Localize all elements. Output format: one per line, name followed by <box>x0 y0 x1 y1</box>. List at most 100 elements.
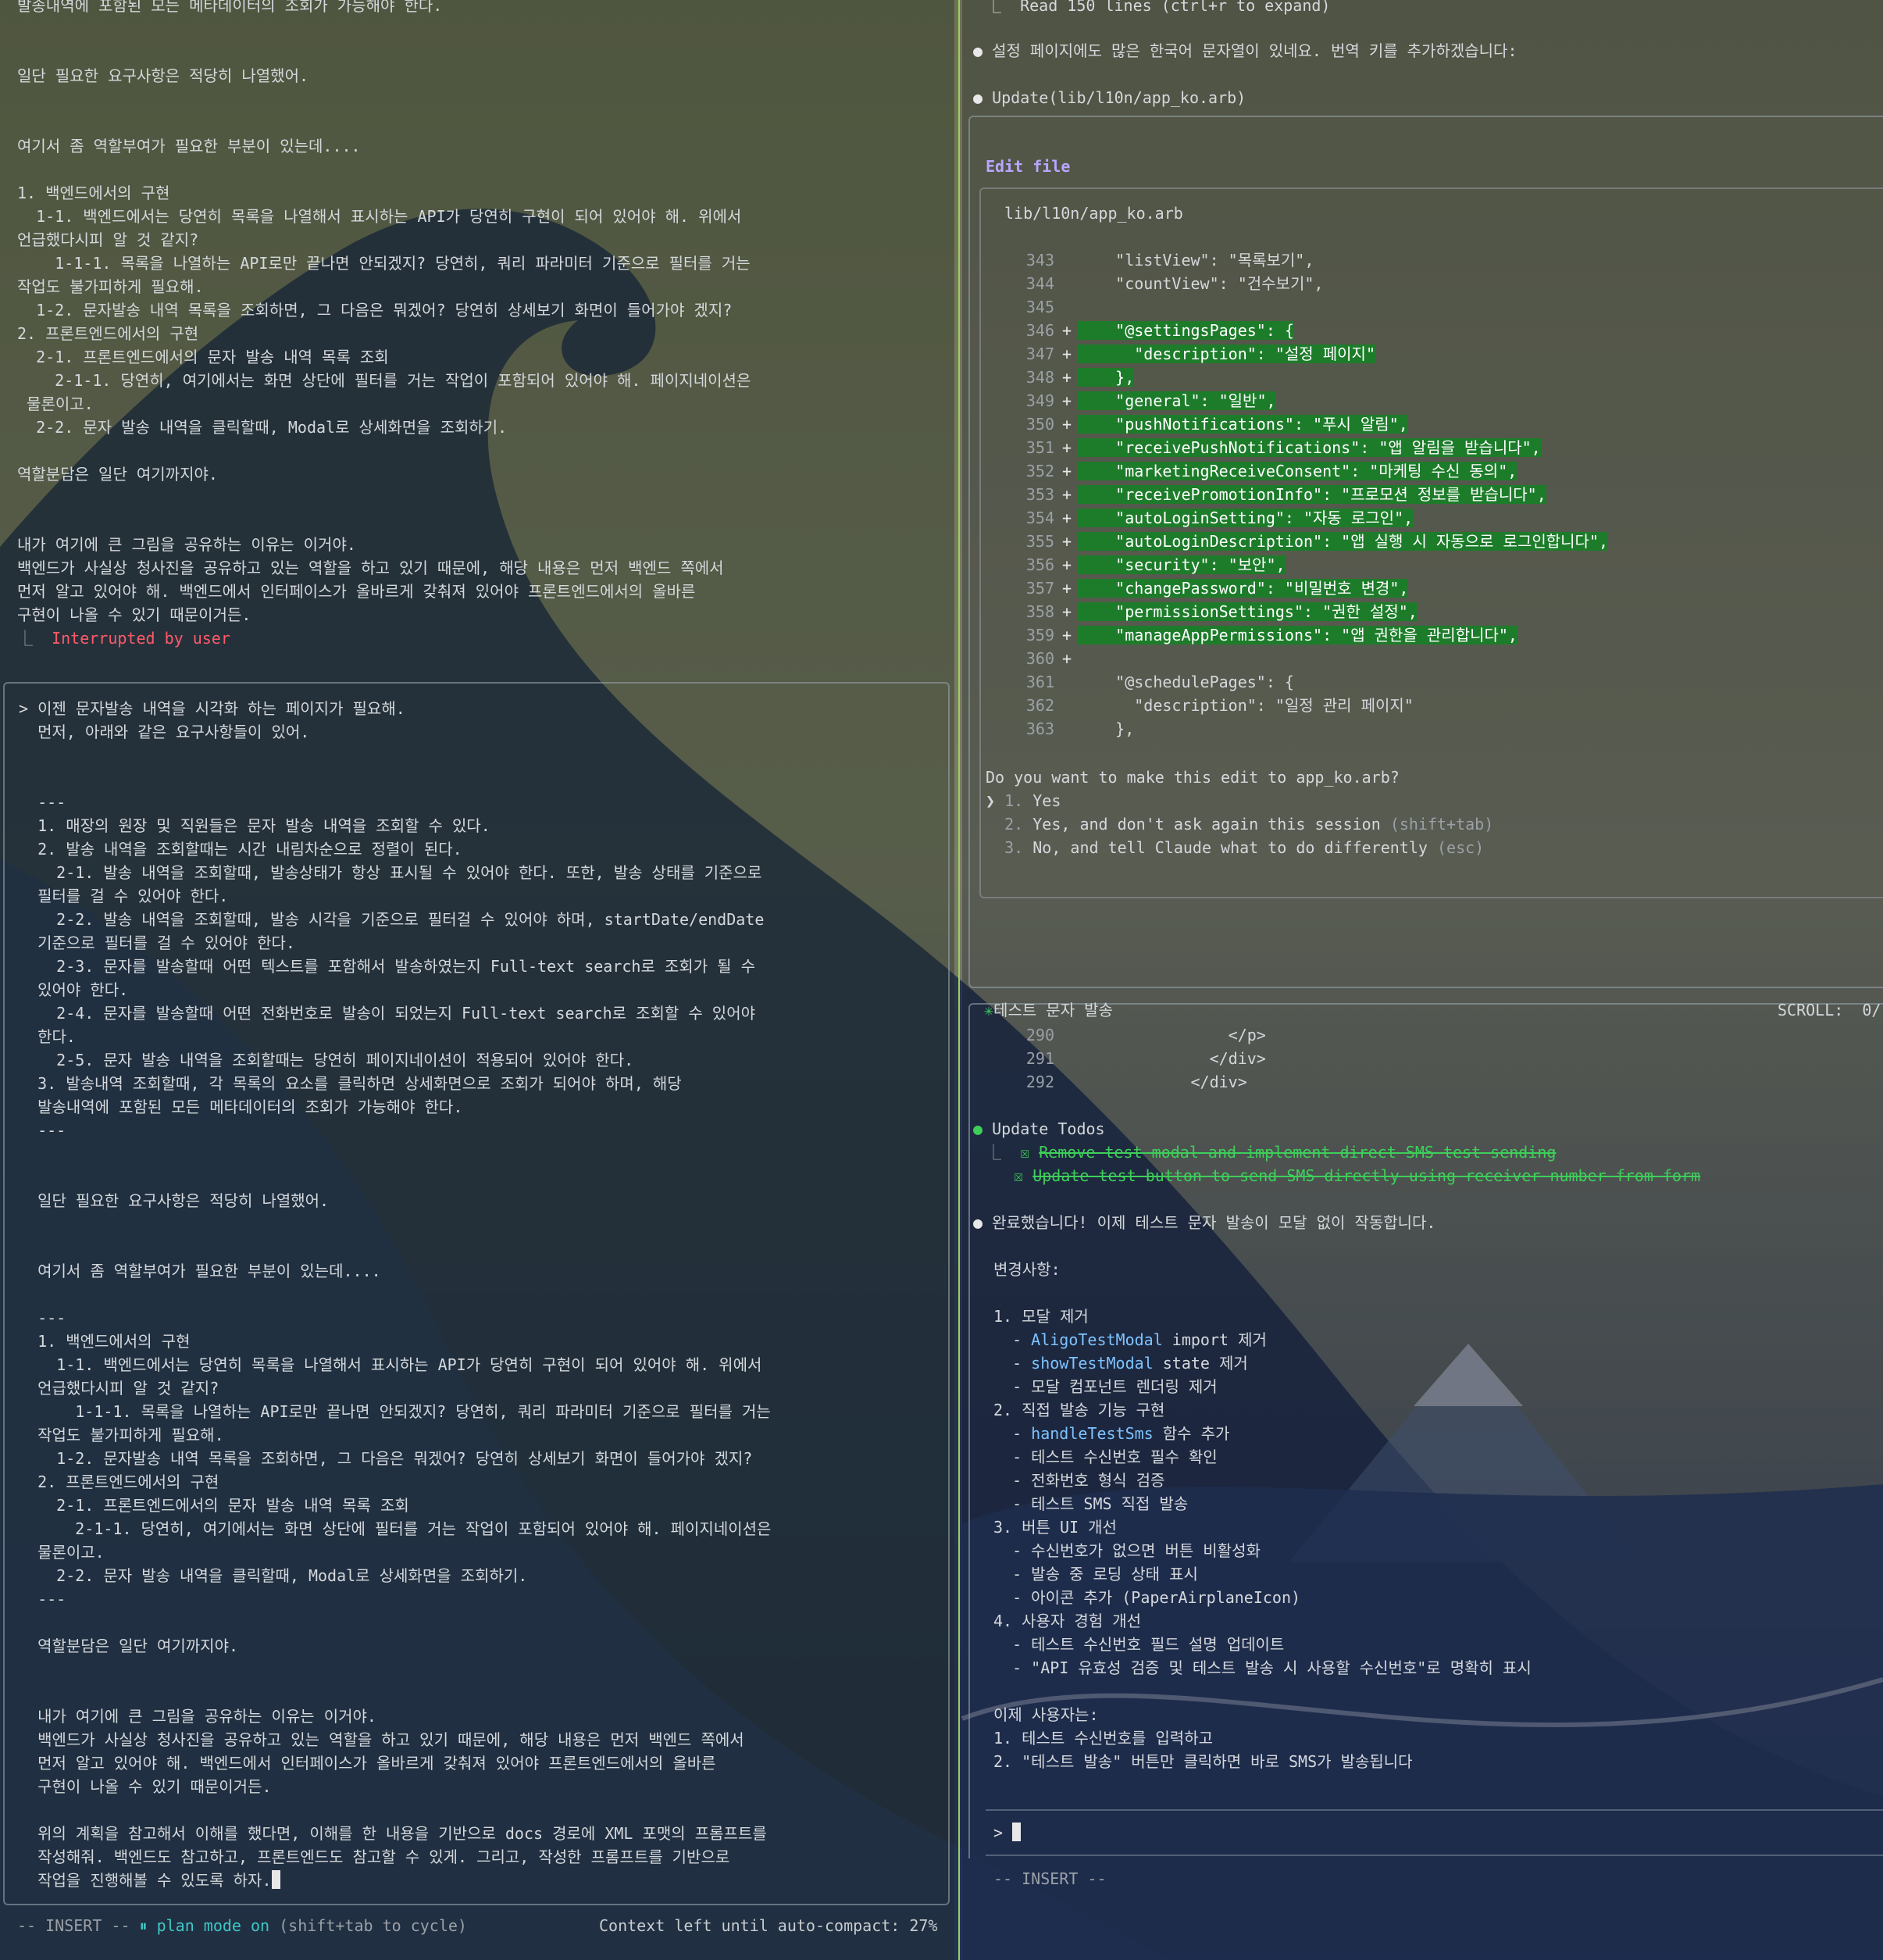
tree-branch-icon: ⎿ <box>986 1143 1001 1162</box>
change-item: - AligoTestModal import 제거 <box>993 1328 1267 1351</box>
prompt-line: 한다. <box>19 1027 76 1046</box>
tool-call: ● Update(lib/l10n/app_ko.arb) <box>973 86 1246 109</box>
prompt-line: 위의 계획을 참고해서 이해를 했다면, 이해를 한 내용을 기반으로 docs… <box>19 1824 767 1843</box>
diff-code: "general": "일반", <box>1078 391 1276 410</box>
prompt-line: 1-1. 백엔드에서는 당연히 목록을 나열해서 표시하는 API가 당연히 구… <box>19 1355 762 1374</box>
diff-code: "receivePushNotifications": "앱 알림을 받습니다"… <box>1078 438 1541 457</box>
prompt-line: 2-2. 문자 발송 내역을 클릭할때, Modal로 상세화면을 조회하기. <box>19 1566 528 1585</box>
diff-added-line: 349 + "general": "일반", <box>1011 389 1883 412</box>
change-text: 4. 사용자 경험 개선 <box>993 1612 1142 1630</box>
checkbox-checked-icon: ☒ <box>1020 1143 1030 1162</box>
checkbox-checked-icon: ☒ <box>1014 1166 1024 1185</box>
bullet-icon: ● <box>973 1213 983 1232</box>
read-result-line[interactable]: ⎿ Read 150 lines (ctrl+r to expand) <box>986 0 1330 17</box>
test-panel-title: ✳테스트 문자 발송 <box>981 998 1116 1022</box>
prompt-line <box>19 1142 940 1166</box>
line-number: 362 <box>1025 696 1054 715</box>
diff-added-line: 346 + "@settingsPages": { <box>1011 319 1883 342</box>
prompt-line: --- <box>19 793 66 812</box>
transcript-line <box>17 439 939 462</box>
line-number: 358 <box>1025 602 1054 621</box>
edit-option-3[interactable]: 3. No, and tell Claude what to do differ… <box>986 836 1484 859</box>
transcript-line: 작업도 불가피하게 필요해. <box>17 277 204 296</box>
prompt-line: --- <box>19 1308 66 1327</box>
code-identifier: handleTestSms <box>1031 1424 1154 1443</box>
code-text: </p> <box>1078 1026 1266 1044</box>
diff-file-path: lib/l10n/app_ko.arb <box>1004 204 1183 223</box>
diff-sign: + <box>1062 602 1072 621</box>
prompt-line: 물론이고. <box>19 1543 105 1562</box>
prompt-line <box>19 1166 940 1189</box>
edit-option-1[interactable]: ❯ 1. Yes <box>986 789 1070 812</box>
option-marker <box>986 838 995 857</box>
line-number: 291 <box>1025 1049 1054 1068</box>
transcript-line: 2. 프론트엔드에서의 구현 <box>17 324 199 343</box>
prompt-line <box>19 1283 940 1306</box>
option-number: 1. <box>1004 791 1024 810</box>
prompt-line: 먼저 알고 있어야 해. 백엔드에서 인터페이스가 올바르게 갖춰져 있어야 프… <box>19 1754 716 1773</box>
diff-sign: + <box>1062 626 1072 644</box>
change-text: - 테스트 SMS 직접 발송 <box>993 1494 1189 1513</box>
spinner-star-icon: ✳ <box>984 1001 994 1019</box>
prompt-line <box>19 1658 940 1681</box>
diff-added-line: 354 + "autoLoginSetting": "자동 로그인", <box>1011 506 1883 530</box>
right-prompt-line[interactable]: > <box>993 1821 1022 1844</box>
diff-context-line: 343 "listView": "목록보기", <box>1011 248 1883 272</box>
line-number: 361 <box>1025 673 1054 691</box>
todo-item: ☒ Update test button to send SMS directl… <box>986 1164 1700 1187</box>
change-text: - 발송 중 로딩 상태 표시 <box>993 1565 1198 1583</box>
diff-code: "permissionSettings": "권한 설정", <box>1078 602 1418 621</box>
diff-code: "changePassword": "비밀번호 변경", <box>1078 579 1409 598</box>
interrupt-message: Interrupted by user <box>52 629 230 648</box>
todo-text: Update test button to send SMS directly … <box>1032 1166 1701 1185</box>
prompt-line: 먼저, 아래와 같은 요구사항들이 있어. <box>19 723 310 741</box>
change-item: - 테스트 수신번호 필드 설명 업데이트 <box>993 1633 1284 1656</box>
prompt-line: 작성해줘. 백엔드도 참고하고, 프론트엔드도 참고할 수 있게. 그리고, 작… <box>19 1848 730 1866</box>
code-line: 291 </div> <box>1011 1047 1883 1070</box>
line-number: 354 <box>1025 509 1054 527</box>
diff-context-line: 362 "description": "일정 관리 페이지" <box>1011 694 1883 717</box>
transcript-line: 발송내역에 포함된 모든 메타데이터의 조회가 가능해야 한다. <box>17 0 443 15</box>
prompt-caret: > <box>993 1823 1004 1842</box>
prompt-input-box[interactable]: > 이젠 문자발송 내역을 시각화 하는 페이지가 필요해. 먼저, 아래와 같… <box>3 682 950 1905</box>
diff-added-line: 353 + "receivePromotionInfo": "프로모션 정보를 받… <box>1011 483 1883 506</box>
change-item: - 전화번호 형식 검증 <box>993 1469 1164 1492</box>
prompt-line <box>19 744 940 767</box>
transcript-line <box>17 158 939 181</box>
line-number: 359 <box>1025 626 1054 644</box>
line-number: 345 <box>1025 298 1054 316</box>
prompt-line: 1. 매장의 원장 및 직원들은 문자 발송 내역을 조회할 수 있다. <box>19 816 490 835</box>
change-text: - 전화번호 형식 검증 <box>993 1471 1165 1490</box>
diff-added-line: 347 + "description": "설정 페이지" <box>1011 342 1883 366</box>
line-number: 292 <box>1025 1073 1054 1091</box>
line-number: 351 <box>1025 438 1054 457</box>
prompt-line-text: 작업을 진행해볼 수 있도록 하자. <box>19 1871 272 1890</box>
change-item: - 아이콘 추가 (PaperAirplaneIcon) <box>993 1586 1300 1609</box>
diff-sign: + <box>1062 532 1072 551</box>
mode-indicator: -- INSERT -- <box>17 1916 130 1935</box>
right-prompt-input[interactable]: > <box>986 1809 1883 1856</box>
plan-mode-hint: (shift+tab to cycle) <box>279 1916 467 1935</box>
todo-text: Remove test modal and implement direct S… <box>1039 1143 1557 1162</box>
transcript-line <box>17 17 939 41</box>
prompt-input-text[interactable]: > 이젠 문자발송 내역을 시각화 하는 페이지가 필요해. 먼저, 아래와 같… <box>19 697 940 1892</box>
option-hint: (shift+tab) <box>1389 815 1494 834</box>
assistant-message-text: 완료했습니다! 이제 테스트 문자 발송이 모달 없이 작동합니다. <box>992 1213 1436 1232</box>
line-number: 353 <box>1025 485 1054 504</box>
prompt-line: 필터를 걸 수 있어야 한다. <box>19 887 229 905</box>
change-item: 1. 모달 제거 <box>993 1305 1089 1328</box>
option-marker <box>986 815 995 834</box>
pane-divider[interactable] <box>958 0 960 1960</box>
prompt-line: > 이젠 문자발송 내역을 시각화 하는 페이지가 필요해. <box>19 699 405 718</box>
edit-option-2[interactable]: 2. Yes, and don't ask again this session… <box>986 812 1493 836</box>
diff-code: "countView": "건수보기", <box>1078 274 1324 293</box>
change-item: 3. 버튼 UI 개선 <box>993 1516 1117 1539</box>
diff-added-line: 350 + "pushNotifications": "푸시 알림", <box>1011 412 1883 436</box>
prompt-line: 1-1-1. 목록을 나열하는 API로만 끝나면 안되겠지? 당연히, 쿼리 … <box>19 1402 771 1421</box>
interrupt-line: ⎿ Interrupted by user <box>17 627 939 650</box>
transcript-line: 여기서 좀 역할부여가 필요한 부분이 있는데.... <box>17 137 361 155</box>
prompt-line <box>19 1611 940 1634</box>
prompt-line: 2-1. 프론트엔드에서의 문자 발송 내역 목록 조회 <box>19 1496 409 1515</box>
diff-sign: + <box>1062 391 1072 410</box>
option-number: 2. <box>1004 815 1024 834</box>
